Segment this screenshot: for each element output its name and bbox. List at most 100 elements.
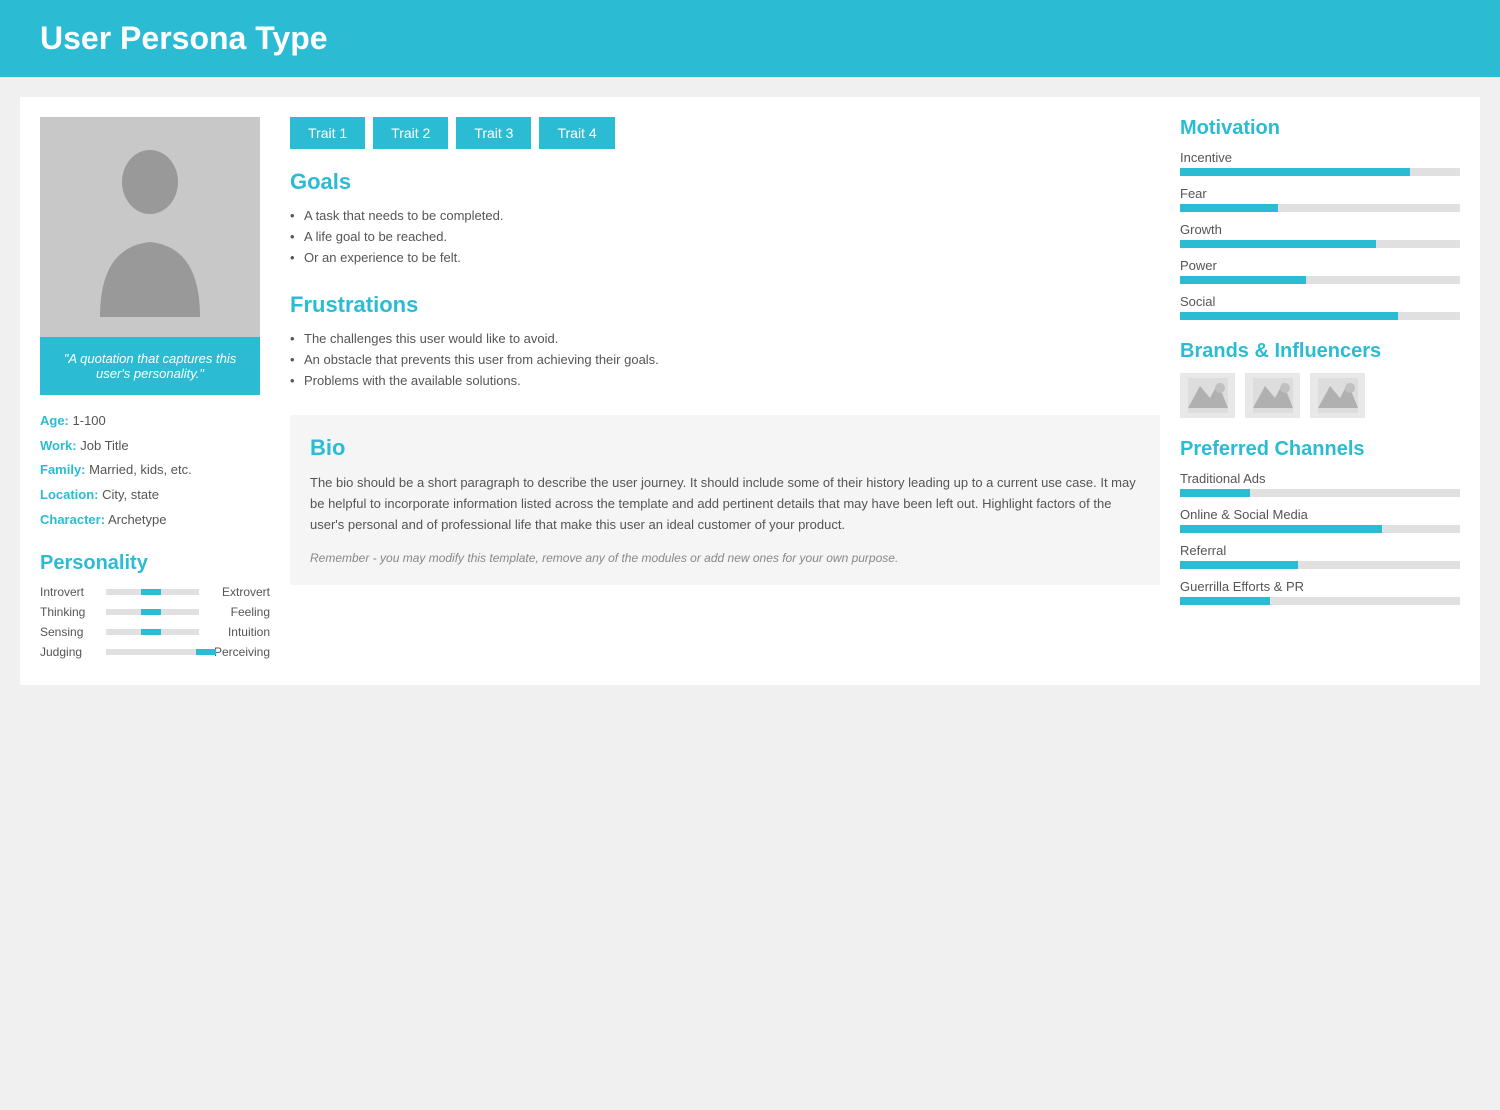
goal-item-3: Or an experience to be felt. <box>290 247 1160 268</box>
frustration-item-2: An obstacle that prevents this user from… <box>290 349 1160 370</box>
avatar <box>40 117 260 337</box>
channel-row-referral: Referral <box>1180 543 1460 569</box>
goals-section: Goals A task that needs to be completed.… <box>290 169 1160 268</box>
location-label: Location: <box>40 487 99 502</box>
frustrations-list: The challenges this user would like to a… <box>290 328 1160 391</box>
motivation-row-fear: Fear <box>1180 186 1460 212</box>
motivation-bar-fill-power <box>1180 276 1306 284</box>
age-value: 1-100 <box>73 413 106 428</box>
channel-bar-fill-traditional <box>1180 489 1250 497</box>
channel-label-guerrilla: Guerrilla Efforts & PR <box>1180 579 1460 594</box>
channel-label-referral: Referral <box>1180 543 1460 558</box>
brands-grid <box>1180 373 1460 418</box>
personality-section: Personality Introvert Extrovert Thinking… <box>40 552 270 659</box>
motivation-label-incentive: Incentive <box>1180 150 1460 165</box>
bio-section: Bio The bio should be a short paragraph … <box>290 415 1160 585</box>
p-bar-thinking <box>106 609 199 615</box>
middle-column: Trait 1 Trait 2 Trait 3 Trait 4 Goals A … <box>290 117 1160 665</box>
brand-2 <box>1245 373 1300 418</box>
p-label-extrovert: Extrovert <box>205 585 270 599</box>
family-value: Married, kids, etc. <box>89 462 192 477</box>
motivation-label-fear: Fear <box>1180 186 1460 201</box>
bio-note: Remember - you may modify this template,… <box>310 551 1140 565</box>
bio-text: The bio should be a short paragraph to d… <box>310 473 1140 535</box>
goals-title: Goals <box>290 169 1160 195</box>
p-label-feeling: Feeling <box>205 605 270 619</box>
p-label-judging: Judging <box>40 645 100 659</box>
traits-row: Trait 1 Trait 2 Trait 3 Trait 4 <box>290 117 1160 149</box>
header: User Persona Type <box>0 0 1500 77</box>
p-label-intuition: Intuition <box>205 625 270 639</box>
p-label-introvert: Introvert <box>40 585 100 599</box>
frustration-item-3: Problems with the available solutions. <box>290 370 1160 391</box>
brand-1 <box>1180 373 1235 418</box>
motivation-bar-fill-social <box>1180 312 1398 320</box>
motivation-section: Motivation Incentive Fear Growth <box>1180 117 1460 320</box>
quote-text: "A quotation that captures this user's p… <box>64 351 237 381</box>
bio-title: Bio <box>310 435 1140 461</box>
frustrations-section: Frustrations The challenges this user wo… <box>290 292 1160 391</box>
channels-section: Preferred Channels Traditional Ads Onlin… <box>1180 438 1460 605</box>
motivation-label-power: Power <box>1180 258 1460 273</box>
brands-title: Brands & Influencers <box>1180 340 1460 363</box>
age-label: Age: <box>40 413 69 428</box>
motivation-row-power: Power <box>1180 258 1460 284</box>
personality-title: Personality <box>40 552 270 575</box>
personality-row-introvert: Introvert Extrovert <box>40 585 270 599</box>
personality-row-sensing: Sensing Intuition <box>40 625 270 639</box>
p-bar-judging <box>106 649 199 655</box>
work-label: Work: <box>40 438 77 453</box>
p-bar-introvert <box>106 589 199 595</box>
quote-box: "A quotation that captures this user's p… <box>40 337 260 395</box>
motivation-bar-fill-growth <box>1180 240 1376 248</box>
motivation-bar-bg-incentive <box>1180 168 1460 176</box>
work-value: Job Title <box>80 438 128 453</box>
family-label: Family: <box>40 462 86 477</box>
personality-row-thinking: Thinking Feeling <box>40 605 270 619</box>
channel-row-guerrilla: Guerrilla Efforts & PR <box>1180 579 1460 605</box>
motivation-bar-fill-fear <box>1180 204 1278 212</box>
motivation-row-incentive: Incentive <box>1180 150 1460 176</box>
channel-bar-fill-online <box>1180 525 1382 533</box>
page-title: User Persona Type <box>40 20 1460 57</box>
p-label-sensing: Sensing <box>40 625 100 639</box>
personality-row-judging: Judging Perceiving <box>40 645 270 659</box>
motivation-bar-bg-fear <box>1180 204 1460 212</box>
left-column: "A quotation that captures this user's p… <box>40 117 270 665</box>
channel-bar-fill-referral <box>1180 561 1298 569</box>
trait-1-button[interactable]: Trait 1 <box>290 117 365 149</box>
motivation-bar-bg-power <box>1180 276 1460 284</box>
channel-label-online: Online & Social Media <box>1180 507 1460 522</box>
motivation-row-growth: Growth <box>1180 222 1460 248</box>
location-value: City, state <box>102 487 159 502</box>
channel-bar-bg-traditional <box>1180 489 1460 497</box>
character-label: Character: <box>40 512 105 527</box>
channel-label-traditional: Traditional Ads <box>1180 471 1460 486</box>
channel-bar-bg-guerrilla <box>1180 597 1460 605</box>
motivation-label-social: Social <box>1180 294 1460 309</box>
frustrations-title: Frustrations <box>290 292 1160 318</box>
trait-2-button[interactable]: Trait 2 <box>373 117 448 149</box>
trait-3-button[interactable]: Trait 3 <box>456 117 531 149</box>
p-bar-sensing <box>106 629 199 635</box>
goals-list: A task that needs to be completed. A lif… <box>290 205 1160 268</box>
motivation-row-social: Social <box>1180 294 1460 320</box>
frustration-item-1: The challenges this user would like to a… <box>290 328 1160 349</box>
character-value: Archetype <box>108 512 167 527</box>
motivation-bar-fill-incentive <box>1180 168 1410 176</box>
brands-section: Brands & Influencers <box>1180 340 1460 418</box>
channel-bar-fill-guerrilla <box>1180 597 1270 605</box>
goal-item-1: A task that needs to be completed. <box>290 205 1160 226</box>
motivation-bar-bg-growth <box>1180 240 1460 248</box>
channels-title: Preferred Channels <box>1180 438 1460 461</box>
motivation-bar-bg-social <box>1180 312 1460 320</box>
brand-3 <box>1310 373 1365 418</box>
right-column: Motivation Incentive Fear Growth <box>1180 117 1460 665</box>
user-info: Age: 1-100 Work: Job Title Family: Marri… <box>40 409 270 532</box>
motivation-title: Motivation <box>1180 117 1460 140</box>
channel-bar-bg-online <box>1180 525 1460 533</box>
p-label-thinking: Thinking <box>40 605 100 619</box>
channel-row-traditional: Traditional Ads <box>1180 471 1460 497</box>
trait-4-button[interactable]: Trait 4 <box>539 117 614 149</box>
channel-row-online: Online & Social Media <box>1180 507 1460 533</box>
